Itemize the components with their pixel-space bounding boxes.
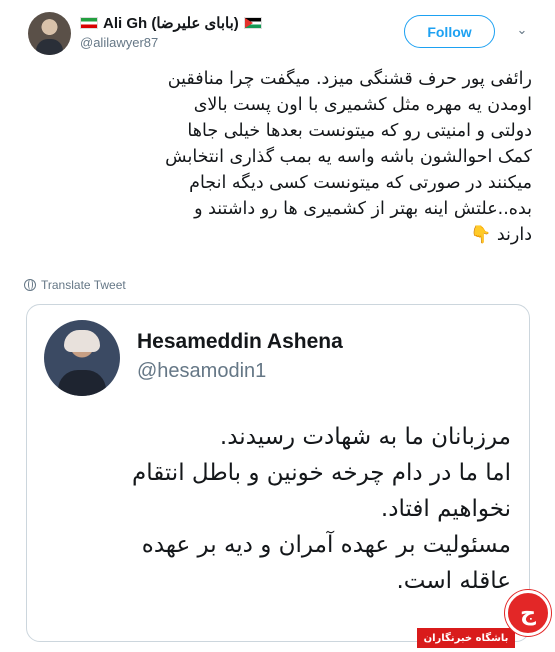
tweet-line: دارند bbox=[496, 225, 532, 245]
watermark: باشگاه خبرنگاران ج bbox=[417, 590, 555, 652]
globe-icon bbox=[24, 279, 36, 291]
pointing-down-emoji-icon: 👇 bbox=[470, 225, 492, 245]
quoted-line: مسئولیت بر عهده آمران و دیه بر عهده bbox=[141, 532, 511, 558]
watermark-label: باشگاه خبرنگاران bbox=[417, 628, 515, 648]
quoted-line: اما ما در دام چرخه خونین و باطل انتقام bbox=[131, 460, 511, 486]
quoted-line: نخواهیم افتاد. bbox=[380, 496, 511, 522]
tweet-last-line: دارند 👇 bbox=[0, 222, 532, 248]
quoted-author-handle[interactable]: @hesamodin1 bbox=[137, 360, 266, 383]
tweet-line: بده..علتش اینه بهتر از کشمیری ها رو داشت… bbox=[194, 199, 532, 219]
chevron-down-icon[interactable]: ⌄ bbox=[511, 20, 533, 40]
author-display-name[interactable]: Ali Gh (بابای علیرضا) bbox=[103, 14, 239, 32]
quoted-author-avatar[interactable] bbox=[44, 320, 120, 396]
tweet-line: رائفی پور حرف قشنگی میزد. میگفت چرا مناف… bbox=[167, 69, 532, 89]
tweet-line: دولتی و امنیتی رو که میتونست بعدها خیلی … bbox=[187, 121, 532, 141]
tweet-line: اومدن یه مهره مثل کشمیری با اون پست بالا… bbox=[193, 95, 532, 115]
translate-tweet-link[interactable]: Translate Tweet bbox=[24, 277, 126, 293]
iran-flag-icon bbox=[80, 17, 98, 29]
quoted-author-name[interactable]: Hesameddin Ashena bbox=[137, 330, 343, 354]
author-handle[interactable]: @alilawyer87 bbox=[80, 35, 158, 50]
follow-button[interactable]: Follow bbox=[404, 15, 495, 48]
tweet-line: میکنند در صورتی که میتونست کسی دیگه انجا… bbox=[189, 173, 532, 193]
tweet-line: کمک احوالشون باشه واسه یه بمب گذاری انتخ… bbox=[165, 147, 532, 167]
author-avatar[interactable] bbox=[28, 12, 71, 55]
quoted-tweet-text: مرزبانان ما به شهادت رسیدند. اما ما در د… bbox=[41, 419, 511, 599]
translate-tweet-label: Translate Tweet bbox=[41, 278, 126, 292]
tweet-header: Ali Gh (بابای علیرضا) @alilawyer87 Follo… bbox=[0, 0, 555, 62]
quoted-line: مرزبانان ما به شهادت رسیدند. bbox=[219, 424, 511, 450]
author-name-row[interactable]: Ali Gh (بابای علیرضا) bbox=[80, 13, 262, 33]
tweet-text: رائفی پور حرف قشنگی میزد. میگفت چرا مناف… bbox=[0, 66, 532, 248]
palestine-flag-icon bbox=[243, 17, 262, 29]
watermark-logo-icon: ج bbox=[505, 590, 551, 636]
